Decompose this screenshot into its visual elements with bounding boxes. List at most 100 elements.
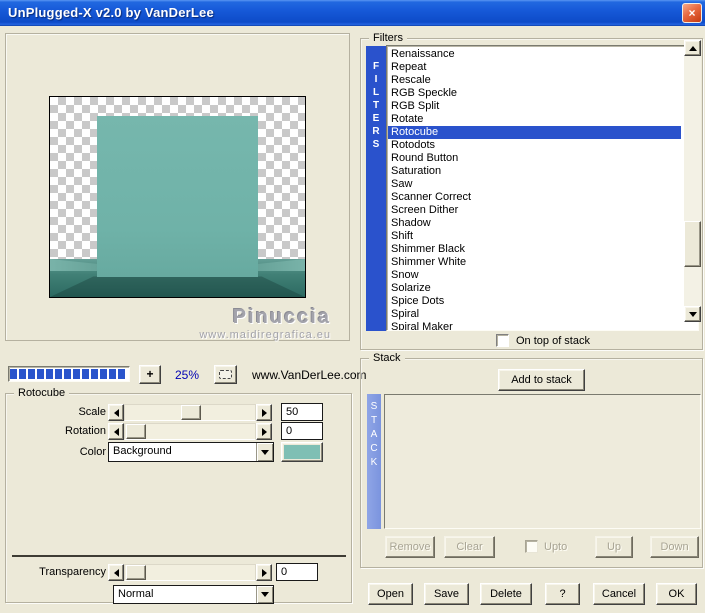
scrollbar-thumb[interactable] bbox=[684, 221, 701, 267]
filter-list-item[interactable]: Spiral bbox=[388, 308, 698, 321]
scroll-down-button[interactable] bbox=[684, 306, 701, 322]
scroll-up-button[interactable] bbox=[684, 40, 701, 56]
rotation-arrow-left[interactable] bbox=[108, 423, 124, 440]
progress-segment bbox=[37, 369, 44, 379]
clear-button: Clear bbox=[444, 536, 495, 558]
save-button[interactable]: Save bbox=[424, 583, 469, 605]
transparency-arrow-right[interactable] bbox=[256, 564, 272, 581]
watermark: Pinuccia www.maidiregrafica.eu bbox=[199, 306, 331, 341]
dropdown-button[interactable] bbox=[256, 586, 273, 603]
filter-list-item[interactable]: Rescale bbox=[388, 74, 698, 87]
filter-list-item[interactable]: RGB Split bbox=[388, 100, 698, 113]
filter-list-item[interactable]: Scanner Correct bbox=[388, 191, 698, 204]
cube-face bbox=[97, 116, 258, 277]
rotation-slider-thumb[interactable] bbox=[126, 424, 146, 439]
filter-list-item[interactable]: Spiral Maker bbox=[388, 321, 698, 330]
progress-segment bbox=[28, 369, 35, 379]
upto-row: Upto bbox=[525, 540, 567, 553]
filter-list-item[interactable]: Repeat bbox=[388, 61, 698, 74]
rotation-slider-track[interactable] bbox=[124, 423, 256, 440]
filter-list-item[interactable]: Shift bbox=[388, 230, 698, 243]
strip-letter: R bbox=[372, 126, 380, 137]
filter-list-item[interactable]: Solarize bbox=[388, 282, 698, 295]
progress-segment bbox=[100, 369, 107, 379]
color-label: Color bbox=[79, 446, 106, 458]
left-arrow-icon bbox=[113, 427, 119, 436]
dropdown-button[interactable] bbox=[256, 443, 273, 461]
filter-list-item[interactable]: Renaissance bbox=[388, 48, 698, 61]
preview-image[interactable] bbox=[49, 96, 306, 298]
zoom-plus-button[interactable]: + bbox=[139, 365, 161, 384]
plugin-dialog: UnPlugged-X v2.0 by VanDerLee × Pinuccia… bbox=[0, 0, 705, 613]
chevron-down-icon bbox=[261, 592, 269, 597]
transparency-arrow-left[interactable] bbox=[108, 564, 124, 581]
color-swatch[interactable] bbox=[281, 442, 323, 462]
remove-button: Remove bbox=[385, 536, 435, 558]
delete-button[interactable]: Delete bbox=[480, 583, 532, 605]
on-top-of-stack-row: On top of stack bbox=[496, 334, 590, 347]
transparency-label: Transparency bbox=[39, 566, 106, 578]
rotation-arrow-right[interactable] bbox=[256, 423, 272, 440]
filter-list-item[interactable]: Spice Dots bbox=[388, 295, 698, 308]
filter-list-item[interactable]: Rotocube bbox=[388, 126, 681, 139]
scale-slider-thumb[interactable] bbox=[181, 405, 201, 420]
filters-strip: FILTERS bbox=[366, 46, 386, 331]
scale-value-field[interactable]: 50 bbox=[281, 403, 323, 421]
progress-segment bbox=[10, 369, 17, 379]
strip-letter: A bbox=[370, 429, 378, 440]
progress-segment bbox=[55, 369, 62, 379]
filter-list-item[interactable]: RGB Speckle bbox=[388, 87, 698, 100]
close-button[interactable]: × bbox=[682, 3, 702, 23]
on-top-of-stack-checkbox[interactable] bbox=[496, 334, 509, 347]
filter-list-item[interactable]: Rotodots bbox=[388, 139, 698, 152]
left-arrow-icon bbox=[113, 568, 119, 577]
color-dropdown[interactable]: Background bbox=[108, 442, 274, 462]
filter-list-item[interactable]: Screen Dither bbox=[388, 204, 698, 217]
title-bar[interactable]: UnPlugged-X v2.0 by VanDerLee × bbox=[0, 0, 705, 26]
upto-checkbox bbox=[525, 540, 538, 553]
open-button[interactable]: Open bbox=[368, 583, 413, 605]
stack-group-label: Stack bbox=[369, 352, 405, 364]
help-button[interactable]: ? bbox=[545, 583, 580, 605]
scale-arrow-right[interactable] bbox=[256, 404, 272, 421]
filter-list-item[interactable]: Shimmer Black bbox=[388, 243, 698, 256]
up-button: Up bbox=[595, 536, 633, 558]
scale-slider-track[interactable] bbox=[124, 404, 256, 421]
right-arrow-icon bbox=[261, 568, 267, 577]
add-to-stack-button[interactable]: Add to stack bbox=[498, 369, 585, 391]
marquee-button[interactable] bbox=[214, 365, 237, 384]
ok-button[interactable]: OK bbox=[656, 583, 697, 605]
color-swatch-fill bbox=[284, 445, 320, 459]
filter-list-item[interactable]: Rotate bbox=[388, 113, 698, 126]
filter-list-item[interactable]: Snow bbox=[388, 269, 698, 282]
blend-mode-dropdown[interactable]: Normal bbox=[113, 585, 274, 604]
progress-segment bbox=[82, 369, 89, 379]
scale-arrow-left[interactable] bbox=[108, 404, 124, 421]
progress-segment bbox=[118, 369, 125, 379]
progress-segment bbox=[19, 369, 26, 379]
vendor-site-label: www.VanDerLee.com bbox=[252, 368, 367, 382]
upto-label: Upto bbox=[544, 540, 568, 553]
right-arrow-icon bbox=[261, 427, 267, 436]
rotation-value-field[interactable]: 0 bbox=[281, 422, 323, 440]
transparency-value-field[interactable]: 0 bbox=[276, 563, 318, 581]
transparency-slider-track[interactable] bbox=[124, 564, 256, 581]
stack-group: Stack Add to stack STACK Remove Clear Up… bbox=[360, 352, 703, 568]
strip-letter: E bbox=[372, 113, 380, 124]
on-top-of-stack-label: On top of stack bbox=[516, 334, 590, 347]
filter-list-item[interactable]: Round Button bbox=[388, 152, 698, 165]
strip-letter: S bbox=[370, 401, 378, 412]
filter-list-item[interactable]: Saturation bbox=[388, 165, 698, 178]
stack-list[interactable] bbox=[384, 394, 701, 529]
progress-bar bbox=[8, 366, 130, 382]
preview-panel: Pinuccia www.maidiregrafica.eu bbox=[5, 33, 350, 341]
cancel-button[interactable]: Cancel bbox=[593, 583, 645, 605]
filter-list-item[interactable]: Shadow bbox=[388, 217, 698, 230]
filter-list-item[interactable]: Saw bbox=[388, 178, 698, 191]
filter-list-scrollbar[interactable] bbox=[684, 40, 701, 322]
chevron-down-icon bbox=[261, 449, 269, 455]
separator-line bbox=[12, 555, 346, 557]
transparency-slider-thumb[interactable] bbox=[126, 565, 146, 580]
filter-list-item[interactable]: Shimmer White bbox=[388, 256, 698, 269]
strip-letter: K bbox=[370, 457, 378, 468]
